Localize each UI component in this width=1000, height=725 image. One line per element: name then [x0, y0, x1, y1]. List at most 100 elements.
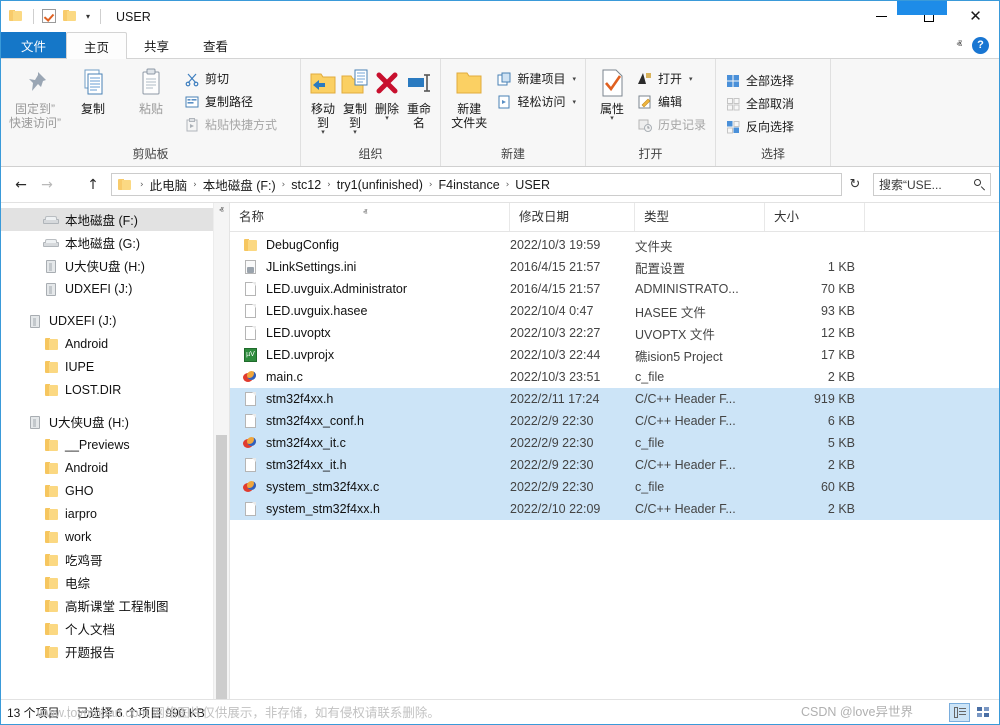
table-row[interactable]: LED.uvguix.Administrator 2016/4/15 21:57 A…: [230, 278, 999, 300]
table-row[interactable]: stm32f4xx_conf.h 2022/2/9 22:30 C/C++ Head…: [230, 410, 999, 432]
sidebar-item[interactable]: work: [1, 525, 229, 548]
recent-locations-icon[interactable]: ⱟ: [61, 173, 79, 197]
sidebar-item[interactable]: IUPE: [1, 355, 229, 378]
sidebar-item[interactable]: 开题报告: [1, 640, 229, 663]
file-name-label: LED.uvoptx: [266, 326, 331, 340]
move-to-caret-icon[interactable]: ▾: [321, 130, 325, 136]
copy-path-button[interactable]: 复制路径: [181, 91, 280, 112]
table-row[interactable]: stm32f4xx_it.h 2022/2/9 22:30 C/C++ Header…: [230, 454, 999, 476]
table-row[interactable]: LED.uvguix.hasee 2022/10/4 0:47 HASEE 文件 93…: [230, 300, 999, 322]
tab-view[interactable]: 查看: [186, 32, 245, 58]
properties-icon[interactable]: [42, 9, 58, 25]
pin-label-line2: 快速访问”: [9, 116, 61, 130]
breadcrumb-item-0[interactable]: 此电脑: [147, 175, 191, 194]
open-caret-icon[interactable]: ▾: [689, 75, 693, 83]
select-all-button[interactable]: 全部选择: [722, 70, 797, 91]
copy-to-button[interactable]: 复制到 ▾: [339, 64, 371, 136]
table-row[interactable]: system_stm32f4xx.h 2022/2/10 22:09 C/C++ H…: [230, 498, 999, 520]
easy-access-button[interactable]: 轻松访问 ▾: [493, 91, 579, 112]
new-item-button[interactable]: 新建项目 ▾: [493, 68, 579, 89]
table-row[interactable]: LED.uvoptx 2022/10/3 22:27 UVOPTX 文件 12 KB: [230, 322, 999, 344]
breadcrumb-item-5[interactable]: USER: [512, 178, 553, 192]
properties-caret-icon[interactable]: ▾: [610, 116, 614, 122]
sidebar-item[interactable]: Android: [1, 332, 229, 355]
new-folder-icon[interactable]: [63, 9, 79, 25]
sidebar-item[interactable]: U大侠U盘 (H:): [1, 254, 229, 277]
table-row[interactable]: stm32f4xx.h 2022/2/11 17:24 C/C++ Header F…: [230, 388, 999, 410]
rename-button[interactable]: 重命名: [403, 64, 435, 130]
table-row[interactable]: µV LED.uvprojx 2022/10/3 22:44 礁ision5 Proj…: [230, 344, 999, 366]
chevron-down-icon[interactable]: ▾: [84, 9, 92, 25]
cut-button[interactable]: 剪切: [181, 68, 280, 89]
tiles-view-button[interactable]: [972, 703, 993, 722]
breadcrumb-item-2[interactable]: stc12: [288, 178, 324, 192]
sidebar-item[interactable]: Android: [1, 456, 229, 479]
invert-selection-button[interactable]: 反向选择: [722, 116, 797, 137]
column-header-date[interactable]: 修改日期: [510, 203, 635, 231]
selection-info-label: 已选择 6 个项目 990 KB: [77, 704, 211, 721]
sidebar-item[interactable]: 个人文档: [1, 617, 229, 640]
sidebar-item[interactable]: UDXEFI (J:): [1, 277, 229, 300]
file-type-cell: c_file: [635, 370, 765, 384]
new-folder-button[interactable]: 新建 文件夹: [447, 64, 491, 130]
table-row[interactable]: JLinkSettings.ini 2016/4/15 21:57 配置设置 1 KB: [230, 256, 999, 278]
close-button[interactable]: ✕: [952, 1, 999, 32]
sidebar-item[interactable]: 电综: [1, 571, 229, 594]
window-menu-icon[interactable]: [9, 9, 25, 25]
status-divider: [68, 706, 69, 719]
breadcrumb-item-3[interactable]: try1(unfinished): [334, 178, 426, 192]
column-header-size[interactable]: 大小: [765, 203, 865, 231]
paste-shortcut-button[interactable]: 粘贴快捷方式: [181, 114, 280, 135]
delete-button[interactable]: 删除 ▾: [371, 64, 403, 122]
paste-button[interactable]: 粘贴: [123, 64, 179, 116]
sidebar-item[interactable]: U大侠U盘 (H:): [1, 410, 229, 433]
column-header-type[interactable]: 类型: [635, 203, 765, 231]
column-header-name[interactable]: 名称 ⱏ: [230, 203, 510, 231]
ribbon-tab-actions: ⱏ ?: [957, 32, 999, 58]
tab-share[interactable]: 共享: [127, 32, 186, 58]
sidebar-item[interactable]: UDXEFI (J:): [1, 309, 229, 332]
easy-access-caret-icon[interactable]: ▾: [572, 98, 576, 106]
breadcrumb-item-4[interactable]: F4instance: [436, 178, 503, 192]
collapse-ribbon-icon[interactable]: ⱏ: [957, 39, 962, 52]
table-row[interactable]: stm32f4xx_it.c 2022/2/9 22:30 c_file 5 KB: [230, 432, 999, 454]
forward-button[interactable]: →: [35, 173, 59, 197]
history-button[interactable]: 历史记录: [634, 114, 709, 135]
sidebar-item[interactable]: GHO: [1, 479, 229, 502]
address-dropdown-icon[interactable]: ⱟ: [825, 180, 839, 190]
delete-caret-icon[interactable]: ▾: [385, 116, 389, 122]
details-view-button[interactable]: [949, 703, 970, 722]
edit-button[interactable]: 编辑: [634, 91, 709, 112]
sidebar-item[interactable]: 高斯课堂 工程制图: [1, 594, 229, 617]
table-row[interactable]: system_stm32f4xx.c 2022/2/9 22:30 c_file 60…: [230, 476, 999, 498]
open-button[interactable]: 打开 ▾: [634, 68, 709, 89]
copy-to-caret-icon[interactable]: ▾: [353, 130, 357, 136]
sidebar-scrollbar[interactable]: ⱏ ⱟ: [213, 203, 229, 699]
scrollbar-thumb[interactable]: [216, 435, 227, 699]
select-none-button[interactable]: 全部取消: [722, 93, 797, 114]
table-row[interactable]: main.c 2022/10/3 23:51 c_file 2 KB: [230, 366, 999, 388]
sidebar-item[interactable]: 吃鸡哥: [1, 548, 229, 571]
breadcrumb[interactable]: › 此电脑 › 本地磁盘 (F:) › stc12 › try1(unfinis…: [111, 173, 842, 196]
table-row[interactable]: DebugConfig 2022/10/3 19:59 文件夹: [230, 234, 999, 256]
sidebar-item[interactable]: __Previews: [1, 433, 229, 456]
breadcrumb-item-1[interactable]: 本地磁盘 (F:): [200, 175, 279, 194]
new-item-caret-icon[interactable]: ▾: [572, 75, 576, 83]
help-icon[interactable]: ?: [972, 37, 989, 54]
tab-file[interactable]: 文件: [1, 32, 66, 58]
scroll-up-icon[interactable]: ⱏ: [219, 203, 223, 219]
move-to-button[interactable]: 移动到 ▾: [307, 64, 339, 136]
pin-to-quick-access-button[interactable]: 固定到” 快速访问”: [7, 64, 63, 130]
search-input[interactable]: 搜索“USE...: [873, 173, 991, 196]
sidebar-item[interactable]: 本地磁盘 (G:): [1, 231, 229, 254]
copy-button[interactable]: 复制: [65, 64, 121, 116]
properties-button[interactable]: 属性 ▾: [592, 64, 632, 122]
tab-home[interactable]: 主页: [66, 32, 127, 59]
rename-label: 重命名: [403, 102, 435, 130]
back-button[interactable]: ←: [9, 173, 33, 197]
sidebar-item[interactable]: LOST.DIR: [1, 378, 229, 401]
refresh-button[interactable]: ↻: [844, 173, 866, 196]
up-button[interactable]: ↑: [81, 173, 105, 197]
sidebar-item[interactable]: 本地磁盘 (F:): [1, 208, 229, 231]
sidebar-item[interactable]: iarpro: [1, 502, 229, 525]
